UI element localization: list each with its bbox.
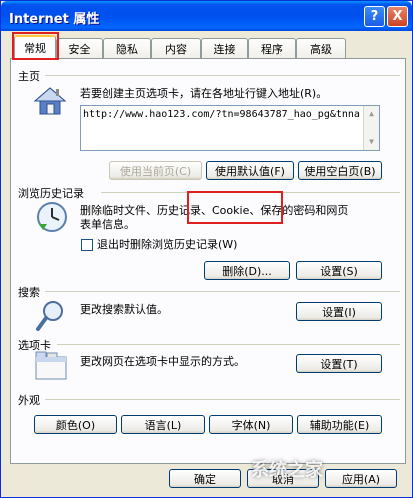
tabs-description: 更改网页在选项卡中显示的方式。	[80, 355, 245, 368]
tab-programs[interactable]: 程序	[248, 38, 296, 58]
url-scrollbar[interactable]: ▲ ▼	[363, 106, 379, 150]
homepage-url-text: http://www.hao123.com/?tn=98643787_hao_p…	[83, 109, 360, 120]
tab-content[interactable]: 内容	[151, 38, 201, 58]
languages-button[interactable]: 语言(L)	[121, 415, 205, 434]
tab-connections[interactable]: 连接	[201, 38, 248, 58]
tab-privacy[interactable]: 隐私	[103, 38, 151, 58]
window-title: Internet 属性	[9, 12, 100, 27]
search-description: 更改搜索默认值。	[80, 303, 168, 316]
search-settings-button[interactable]: 设置(I)	[296, 302, 382, 321]
homepage-url-input[interactable]: http://www.hao123.com/?tn=98643787_hao_p…	[80, 105, 380, 151]
internet-options-window: Internet 属性 ? X 常规 安全 隐私 内容 连接 程序 高级 主页 …	[0, 0, 413, 498]
help-button[interactable]: ?	[364, 6, 385, 27]
scroll-down-icon[interactable]: ▼	[364, 134, 379, 148]
watermark-logo: 系统之家	[251, 460, 323, 481]
tabbed-window-icon	[35, 351, 67, 380]
use-blank-button[interactable]: 使用空白页(B)	[298, 161, 382, 180]
tabs-settings-button[interactable]: 设置(T)	[296, 354, 382, 373]
use-default-button[interactable]: 使用默认值(F)	[206, 161, 294, 180]
delete-on-exit-label: 退出时删除浏览历史记录(W)	[97, 238, 238, 251]
title-bar[interactable]: Internet 属性 ? X	[1, 1, 412, 31]
tabs-divider	[57, 344, 400, 345]
delete-on-exit-checkbox[interactable]	[81, 239, 93, 251]
use-current-button[interactable]: 使用当前页(C)	[109, 161, 202, 180]
scroll-up-icon[interactable]: ▲	[364, 106, 379, 120]
appearance-section-title: 外观	[18, 394, 40, 407]
accessibility-button[interactable]: 辅助功能(E)	[297, 415, 382, 434]
history-settings-button[interactable]: 设置(S)	[296, 261, 382, 280]
appearance-divider	[45, 399, 400, 400]
colors-button[interactable]: 颜色(O)	[34, 415, 117, 434]
history-clock-icon	[37, 202, 67, 232]
highlight-box-delete-button	[187, 191, 283, 224]
history-description-line2: 表单信息。	[80, 218, 135, 231]
history-section-title: 浏览历史记录	[18, 187, 84, 200]
highlight-box-general-tab	[12, 32, 59, 60]
tab-security[interactable]: 安全	[56, 38, 103, 58]
tab-advanced[interactable]: 高级	[296, 38, 346, 58]
ok-button[interactable]: 确定	[169, 469, 241, 488]
delete-history-button[interactable]: 删除(D)...	[204, 261, 290, 280]
homepage-divider	[45, 75, 400, 76]
magnifier-icon	[36, 301, 63, 331]
general-panel: 主页 若要创建主页选项卡，请在各地址行键入地址(R)。 http://www.h…	[10, 58, 406, 464]
close-button[interactable]: X	[387, 6, 408, 27]
homepage-description: 若要创建主页选项卡，请在各地址行键入地址(R)。	[80, 87, 328, 100]
house-icon	[33, 87, 67, 115]
search-section-title: 搜索	[18, 286, 40, 299]
homepage-section-title: 主页	[18, 70, 40, 83]
search-divider	[45, 291, 400, 292]
fonts-button[interactable]: 字体(N)	[209, 415, 293, 434]
